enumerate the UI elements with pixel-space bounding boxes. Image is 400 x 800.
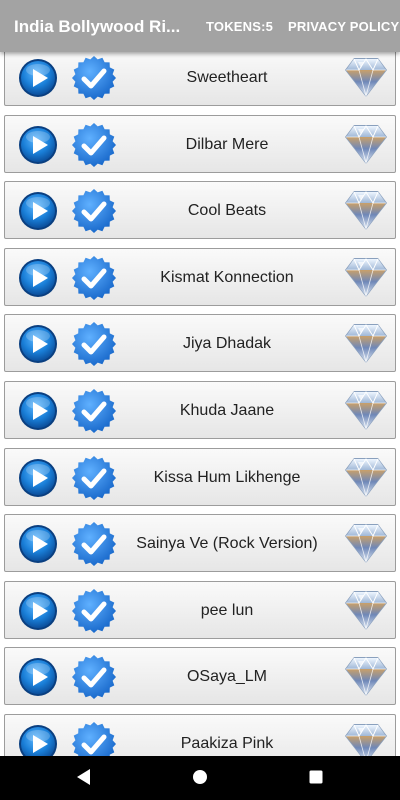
app-title: India Bollywood Ri... — [14, 17, 181, 36]
ringtone-row[interactable]: Sainya Ve (Rock Version) — [4, 514, 396, 573]
diamond-icon[interactable] — [344, 123, 388, 165]
diamond-icon[interactable] — [344, 456, 388, 498]
privacy-policy-button[interactable]: PRIVACY POLICY — [288, 19, 399, 34]
play-icon[interactable] — [18, 724, 58, 756]
diamond-icon[interactable] — [344, 322, 388, 364]
play-icon[interactable] — [18, 258, 58, 298]
ringtone-row[interactable]: OSaya_LM — [4, 647, 396, 706]
check-badge-icon[interactable] — [71, 654, 117, 700]
check-badge-icon[interactable] — [71, 721, 117, 756]
ringtone-row[interactable]: Dilbar Mere — [4, 114, 396, 173]
diamond-icon[interactable] — [344, 389, 388, 431]
play-icon[interactable] — [18, 324, 58, 364]
recents-square-icon[interactable] — [308, 768, 324, 786]
ringtone-title: Dilbar Mere — [185, 135, 269, 153]
play-icon[interactable] — [18, 391, 58, 431]
system-nav-bar — [0, 756, 400, 800]
diamond-icon[interactable] — [344, 655, 388, 697]
play-icon[interactable] — [18, 125, 58, 165]
check-badge-icon[interactable] — [71, 455, 117, 501]
ringtone-row[interactable]: Khuda Jaane — [4, 381, 396, 439]
diamond-icon[interactable] — [344, 522, 388, 564]
diamond-icon[interactable] — [344, 722, 388, 756]
play-icon[interactable] — [18, 191, 58, 231]
diamond-icon[interactable] — [344, 589, 388, 631]
ringtone-row[interactable]: Kismat Konnection — [4, 247, 396, 306]
check-badge-icon[interactable] — [71, 188, 117, 234]
ringtone-row[interactable]: Sweetheart — [4, 52, 396, 106]
ringtone-title: OSaya_LM — [186, 668, 268, 686]
check-badge-icon[interactable] — [71, 122, 117, 168]
check-badge-icon[interactable] — [71, 388, 117, 434]
app-bar: India Bollywood Ri... TOKENS:5 PRIVACY P… — [0, 0, 400, 52]
ringtone-title: pee lun — [200, 601, 254, 619]
ringtone-title: Sainya Ve (Rock Version) — [136, 535, 318, 553]
home-circle-icon[interactable] — [192, 768, 208, 786]
ringtone-title: Cool Beats — [187, 202, 267, 220]
tokens-counter[interactable]: TOKENS:5 — [206, 19, 273, 34]
ringtone-row[interactable]: pee lun — [4, 580, 396, 639]
ringtone-list[interactable]: Sweetheart Dilbar Mere Cool Beats Kismat Ko… — [0, 52, 400, 756]
diamond-icon[interactable] — [344, 256, 388, 298]
play-icon[interactable] — [18, 591, 58, 631]
ringtone-row[interactable]: Kissa Hum Likhenge — [4, 447, 396, 506]
ringtone-title: Paakiza Pink — [180, 735, 274, 752]
ringtone-title: Khuda Jaane — [179, 402, 275, 419]
check-badge-icon[interactable] — [71, 55, 117, 101]
ringtone-title: Sweetheart — [186, 69, 268, 86]
play-icon[interactable] — [18, 458, 58, 498]
ringtone-row[interactable]: Paakiza Pink — [4, 714, 396, 756]
play-icon[interactable] — [18, 524, 58, 564]
diamond-icon[interactable] — [344, 189, 388, 231]
check-badge-icon[interactable] — [71, 521, 117, 567]
play-icon[interactable] — [18, 58, 58, 98]
ringtone-title: Kismat Konnection — [160, 268, 294, 286]
check-badge-icon[interactable] — [71, 321, 117, 367]
check-badge-icon[interactable] — [71, 588, 117, 634]
ringtone-title: Jiya Dhadak — [182, 335, 272, 353]
ringtone-title: Kissa Hum Likhenge — [153, 468, 301, 486]
ringtone-row[interactable]: Cool Beats — [4, 181, 396, 240]
diamond-icon[interactable] — [344, 56, 388, 98]
check-badge-icon[interactable] — [71, 255, 117, 301]
back-triangle-icon[interactable] — [76, 768, 92, 786]
play-icon[interactable] — [18, 657, 58, 697]
ringtone-row[interactable]: Jiya Dhadak — [4, 314, 396, 373]
